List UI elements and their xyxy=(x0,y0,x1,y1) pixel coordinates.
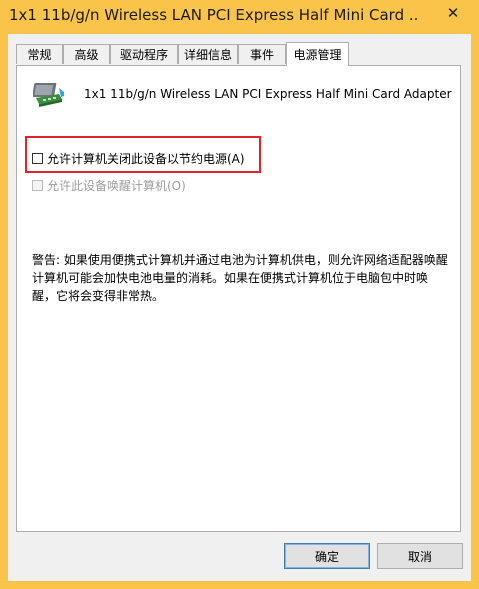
dialog-client: 常规 高级 驱动程序 详细信息 事件 电源管理 1x1 11b/g/n Wire… xyxy=(8,34,471,581)
warning-text: 警告: 如果使用便携式计算机并通过电池为计算机供电，则允许网络适配器唤醒 计算机… xyxy=(32,251,450,305)
cancel-button[interactable]: 取消 xyxy=(377,543,463,569)
tab-power-management[interactable]: 电源管理 xyxy=(286,42,349,66)
warning-line-3: 醒，它将会变得非常热。 xyxy=(32,289,165,303)
title-bar[interactable]: 1x1 11b/g/n Wireless LAN PCI Express Hal… xyxy=(0,0,479,34)
close-button[interactable]: ✕ xyxy=(433,2,473,24)
close-icon: ✕ xyxy=(446,4,460,22)
allow-wake-checkbox xyxy=(32,180,43,191)
allow-wake-option: 允许此设备唤醒计算机(O) xyxy=(32,177,186,194)
ok-button[interactable]: 确定 xyxy=(284,543,370,569)
network-adapter-icon xyxy=(32,80,65,110)
tab-events[interactable]: 事件 xyxy=(238,44,286,64)
window-title: 1x1 11b/g/n Wireless LAN PCI Express Hal… xyxy=(9,6,419,24)
allow-wake-label: 允许此设备唤醒计算机(O) xyxy=(47,179,186,193)
properties-window: 1x1 11b/g/n Wireless LAN PCI Express Hal… xyxy=(0,0,479,589)
power-management-panel: 1x1 11b/g/n Wireless LAN PCI Express Hal… xyxy=(16,65,461,532)
warning-line-1: 警告: 如果使用便携式计算机并通过电池为计算机供电，则允许网络适配器唤醒 xyxy=(32,253,448,267)
tab-details[interactable]: 详细信息 xyxy=(178,44,238,64)
tab-driver[interactable]: 驱动程序 xyxy=(110,44,178,64)
warning-line-2: 计算机可能会加快电池电量的消耗。如果在便携式计算机位于电脑包中时唤 xyxy=(32,271,429,285)
device-name: 1x1 11b/g/n Wireless LAN PCI Express Hal… xyxy=(84,87,452,101)
highlight-box xyxy=(25,136,261,173)
tab-general[interactable]: 常规 xyxy=(16,44,63,64)
tab-advanced[interactable]: 高级 xyxy=(63,44,110,64)
